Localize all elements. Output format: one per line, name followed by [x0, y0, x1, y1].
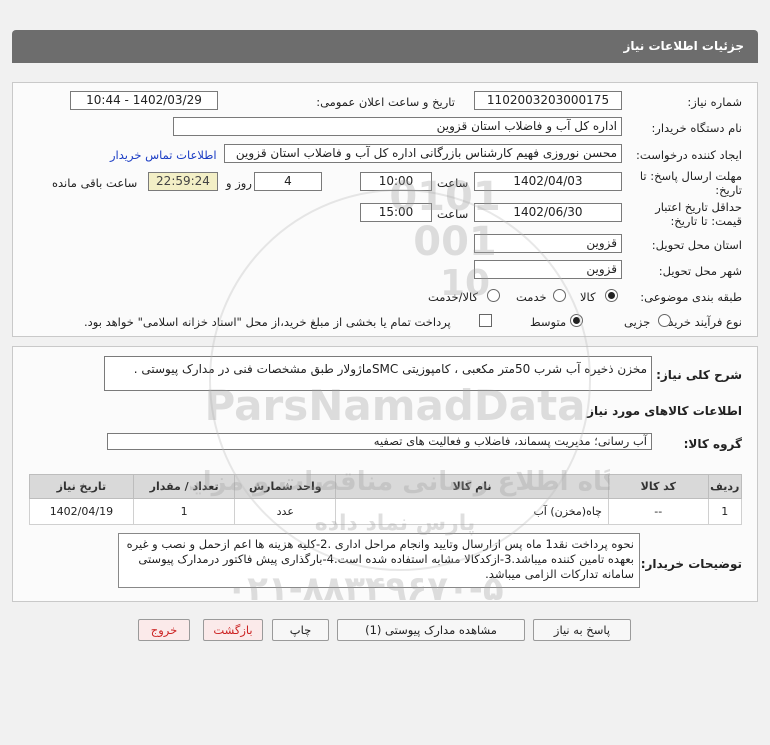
days-field: 4: [254, 172, 322, 191]
remaining-time-field: 22:59:24: [148, 172, 218, 191]
validity-label-2: قیمت: تا تاریخ:: [670, 214, 742, 228]
buyer-org-field: اداره کل آب و فاضلاب استان قزوین: [173, 117, 622, 136]
deadline-date-field: 1402/04/03: [474, 172, 622, 191]
requester-field: محسن نوروزی فهیم کارشناس بازرگانی اداره …: [224, 144, 622, 163]
requester-label: ایجاد کننده درخواست:: [636, 148, 742, 162]
deadline-time-label: ساعت: [437, 176, 469, 190]
exit-button[interactable]: خروج: [138, 619, 190, 641]
col-row: ردیف: [707, 474, 743, 499]
need-number-label: شماره نیاز:: [687, 95, 742, 109]
goods-section-title: اطلاعات کالاهای مورد نیاز: [587, 404, 742, 418]
cell-unit: عدد: [234, 498, 337, 525]
deadline-time-field: 10:00: [360, 172, 432, 191]
cell-qty: 1: [132, 498, 236, 525]
cell-row: 1: [707, 498, 743, 525]
col-qty: تعداد / مقدار: [132, 474, 236, 499]
cell-date: 1402/04/19: [29, 498, 134, 525]
delivery-province-label: استان محل تحویل:: [651, 238, 742, 252]
category-label: طبقه بندی موضوعی:: [640, 290, 742, 304]
buyer-notes-label: توضیحات خریدار:: [640, 557, 742, 571]
category-option-goods-service: کالا/خدمت: [428, 290, 479, 304]
category-option-goods: کالا: [580, 290, 596, 304]
process-option-minor: جزیی: [624, 315, 651, 329]
buyer-org-label: نام دستگاه خریدار:: [651, 121, 742, 135]
process-radio-minor[interactable]: [658, 314, 671, 327]
deadline-label-2: تاریخ:: [715, 183, 742, 197]
col-name: نام کالا: [335, 474, 609, 499]
process-label: نوع فرآیند خرید :: [660, 315, 742, 329]
page-title-bar: جزئیات اطلاعات نیاز: [12, 30, 758, 63]
days-label: روز و: [226, 176, 252, 190]
category-radio-goods[interactable]: [605, 289, 618, 302]
announce-label: تاریخ و ساعت اعلان عمومی:: [316, 95, 455, 109]
remaining-label: ساعت باقی مانده: [52, 176, 138, 190]
category-radio-goods-service[interactable]: [487, 289, 500, 302]
category-radio-service[interactable]: [553, 289, 566, 302]
delivery-city-field: قزوین: [474, 260, 622, 279]
payment-note: پرداخت تمام یا بخشی از مبلغ خرید،از محل …: [84, 315, 451, 329]
contact-buyer-link[interactable]: اطلاعات تماس خریدار: [110, 148, 217, 162]
cell-code: --: [607, 498, 709, 525]
validity-time-label: ساعت: [437, 207, 469, 221]
process-option-medium: متوسط: [530, 315, 567, 329]
category-option-service: خدمت: [516, 290, 547, 304]
goods-table-header: ردیف کد کالا نام کالا واحد شمارش تعداد /…: [29, 474, 743, 499]
cell-name: چاه(مخزن) آب: [335, 498, 609, 525]
validity-label-1: حداقل تاریخ اعتبار: [655, 200, 742, 214]
process-radio-medium[interactable]: [570, 314, 583, 327]
view-attachments-button[interactable]: مشاهده مدارک پیوستی (1): [337, 619, 525, 641]
table-row[interactable]: 1 -- چاه(مخزن) آب عدد 1 1402/04/19: [29, 498, 743, 525]
deadline-label-1: مهلت ارسال پاسخ: تا: [639, 169, 742, 183]
page-title: جزئیات اطلاعات نیاز: [623, 39, 744, 53]
announce-field: 1402/03/29 - 10:44: [70, 91, 218, 110]
col-date: تاریخ نیاز: [29, 474, 134, 499]
goods-group-label: گروه کالا:: [683, 437, 742, 451]
col-code: کد کالا: [607, 474, 709, 499]
buyer-notes-field: نحوه پرداخت نقد1 ماه پس ازارسال وتایید و…: [118, 533, 640, 588]
reply-button[interactable]: پاسخ به نیاز: [533, 619, 631, 641]
delivery-province-field: قزوین: [474, 234, 622, 253]
treasury-checkbox[interactable]: [479, 314, 492, 327]
validity-time-field: 15:00: [360, 203, 432, 222]
summary-label: شرح کلی نیاز:: [656, 368, 742, 382]
need-number-field: 1102003203000175: [474, 91, 622, 110]
col-unit: واحد شمارش: [234, 474, 337, 499]
goods-table: ردیف کد کالا نام کالا واحد شمارش تعداد /…: [29, 474, 743, 525]
delivery-city-label: شهر محل تحویل:: [658, 264, 742, 278]
validity-date-field: 1402/06/30: [474, 203, 622, 222]
summary-field: مخزن ذخیره آب شرب 50متر مکعبی ، کامپوزیت…: [104, 356, 652, 391]
print-button[interactable]: چاپ: [272, 619, 329, 641]
goods-group-field: آب رسانی؛ مدیریت پسماند، فاضلاب و فعالیت…: [107, 433, 652, 450]
back-button[interactable]: بازگشت: [203, 619, 263, 641]
